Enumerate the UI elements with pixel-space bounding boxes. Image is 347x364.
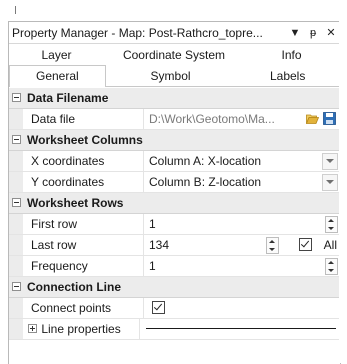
collapse-icon[interactable] [12,135,21,144]
category-label: Data Filename [27,91,109,105]
tab-symbol[interactable]: Symbol [106,69,236,83]
line-properties-field[interactable] [140,319,340,339]
top-strip [0,0,347,21]
property-row-y-coordinates: Y coordinates Column B: Z-location [9,172,340,193]
property-row-connect-points: Connect points [9,298,340,319]
category-data-filename[interactable]: Data Filename [9,88,340,109]
property-row-frequency: Frequency 1 [9,256,340,277]
first-row-label: First row [23,214,144,234]
connect-points-label: Connect points [23,298,144,318]
y-coordinates-label: Y coordinates [23,172,144,192]
chevron-down-icon[interactable] [322,174,338,191]
property-row-data-file: Data file D:\Work\Geotomo\Ma... [9,109,340,130]
tab-row-1: Layer Coordinate System Info [9,44,340,65]
property-grid: Data Filename Data file D:\Work\Geotomo\… [9,88,340,340]
x-coordinates-value: Column A: X-location [149,154,262,168]
property-row-line-properties: Line properties [9,319,340,340]
property-manager-panel: Property Manager - Map: Post-Rathcro_top… [8,21,341,364]
title-bar[interactable]: Property Manager - Map: Post-Rathcro_top… [9,22,340,44]
collapse-icon[interactable] [12,282,21,291]
first-row-field[interactable]: 1 [144,214,340,234]
category-connection-line[interactable]: Connection Line [9,277,340,298]
x-coordinates-select[interactable]: Column A: X-location [144,151,340,171]
tab-coordinate-system[interactable]: Coordinate System [104,48,244,62]
collapse-icon[interactable] [12,93,21,102]
last-row-field[interactable]: 134 All [144,235,340,255]
spinner-icon[interactable] [325,258,338,275]
right-edge [339,21,347,363]
x-coordinates-label: X coordinates [23,151,144,171]
category-worksheet-columns[interactable]: Worksheet Columns [9,130,340,151]
category-label: Worksheet Rows [27,196,124,210]
tab-labels[interactable]: Labels [235,69,340,83]
connect-points-checkbox[interactable] [152,301,165,314]
frequency-field[interactable]: 1 [144,256,340,276]
save-icon[interactable] [323,112,336,125]
property-row-x-coordinates: X coordinates Column A: X-location [9,151,340,172]
y-coordinates-value: Column B: Z-location [149,175,262,189]
property-row-first-row: First row 1 [9,214,340,235]
close-icon[interactable]: ✕ [322,26,340,39]
tab-strip: Layer Coordinate System Info General Sym… [9,44,340,87]
line-properties-label: Line properties [41,322,121,336]
open-folder-icon[interactable] [306,113,319,124]
pin-icon[interactable]: ᵽ [304,27,322,39]
connect-points-field[interactable] [144,298,340,318]
window-title: Property Manager - Map: Post-Rathcro_top… [12,25,263,40]
y-coordinates-select[interactable]: Column B: Z-location [144,172,340,192]
tab-layer[interactable]: Layer [9,48,104,62]
line-preview [146,328,336,329]
first-row-value: 1 [149,217,156,231]
tab-info[interactable]: Info [244,48,339,62]
last-row-label: Last row [23,235,144,255]
data-file-field[interactable]: D:\Work\Geotomo\Ma... [144,109,340,129]
all-rows-checkbox[interactable] [299,238,312,251]
last-row-value: 134 [149,238,170,252]
frequency-label: Frequency [23,256,144,276]
category-label: Worksheet Columns [27,133,143,147]
line-properties-name[interactable]: Line properties [23,319,140,339]
all-rows-label: All [323,238,337,252]
chevron-down-icon[interactable] [322,153,338,170]
dropdown-arrow-icon[interactable]: ▼ [286,27,304,39]
spinner-icon[interactable] [266,237,279,254]
data-file-label: Data file [23,109,144,129]
property-row-last-row: Last row 134 All [9,235,340,256]
expand-icon[interactable] [28,324,37,333]
category-label: Connection Line [27,280,121,294]
tab-general[interactable]: General [9,65,106,87]
data-file-value: D:\Work\Geotomo\Ma... [149,112,275,126]
collapse-icon[interactable] [12,198,21,207]
spinner-icon[interactable] [325,216,338,233]
category-worksheet-rows[interactable]: Worksheet Rows [9,193,340,214]
tab-row-2: General Symbol Labels [9,65,340,87]
frequency-value: 1 [149,259,156,273]
ruler-tick [15,6,16,14]
